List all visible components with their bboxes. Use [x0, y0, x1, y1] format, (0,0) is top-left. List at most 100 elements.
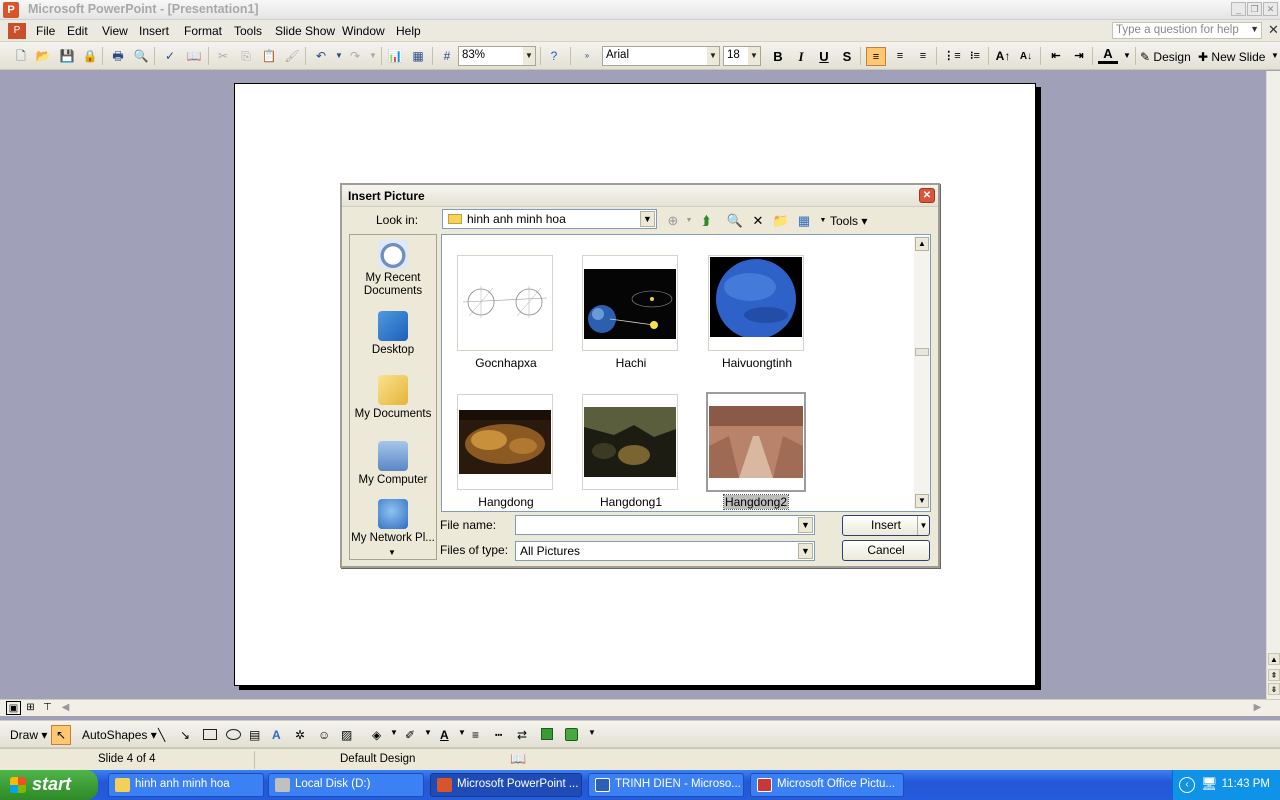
research-icon[interactable]: 📖: [185, 47, 203, 65]
delete-icon[interactable]: ✕: [749, 212, 767, 230]
close-button[interactable]: ✕: [1263, 2, 1278, 16]
format-painter-icon[interactable]: 🖌: [283, 47, 301, 65]
file-list-scrollbar[interactable]: ▲ ▼: [914, 236, 930, 510]
document-icon[interactable]: P: [8, 23, 26, 39]
menu-slide-show[interactable]: Slide Show: [272, 23, 338, 39]
close-document-icon[interactable]: ✕: [1268, 22, 1279, 38]
copy-icon[interactable]: ⎘: [237, 47, 255, 65]
increase-indent-icon[interactable]: ⇥: [1069, 47, 1089, 66]
scroll-right-icon[interactable]: ▶: [1250, 701, 1265, 715]
file-name-caption-selected[interactable]: Hangdong2: [694, 494, 818, 510]
files-of-type-select[interactable]: All Pictures ▼: [515, 541, 815, 561]
text-box-icon[interactable]: ▤: [249, 728, 260, 742]
help-icon[interactable]: ?: [545, 47, 563, 65]
look-in-combo[interactable]: hinh anh minh hoa ▼: [442, 209, 657, 229]
permission-icon[interactable]: 🔒: [81, 47, 99, 65]
cancel-button[interactable]: Cancel: [842, 540, 930, 561]
slide-sorter-view-icon[interactable]: ⊞: [23, 701, 38, 715]
task-word[interactable]: TRINH DIEN - Microso...: [588, 773, 744, 797]
increase-font-size-icon[interactable]: A↑: [993, 47, 1013, 66]
file-name-caption[interactable]: Hangdong: [444, 495, 568, 509]
chevron-down-icon[interactable]: ▼: [707, 47, 719, 65]
slide-show-view-icon[interactable]: ⊤: [40, 701, 55, 715]
scroll-up-icon[interactable]: ▲: [1268, 653, 1280, 665]
design-button[interactable]: ✎ Design: [1140, 50, 1191, 64]
shadow-button[interactable]: S: [837, 47, 857, 66]
open-icon[interactable]: 📂: [34, 47, 52, 65]
places-scroll-down-icon[interactable]: ▼: [388, 548, 396, 557]
numbering-icon[interactable]: ⋮≡: [942, 47, 962, 66]
scroll-down-icon[interactable]: ▼: [915, 494, 929, 508]
align-right-icon[interactable]: ≡: [913, 47, 933, 66]
line-color-dropdown-icon[interactable]: ▼: [424, 728, 432, 737]
help-question-input[interactable]: Type a question for help ▼: [1112, 22, 1262, 39]
menu-insert[interactable]: Insert: [136, 23, 172, 39]
new-slide-button[interactable]: ✚ New Slide: [1198, 50, 1265, 64]
back-dropdown-icon[interactable]: ▼: [680, 212, 698, 230]
undo-icon[interactable]: ↶: [312, 47, 330, 65]
align-left-icon[interactable]: ≡: [866, 47, 886, 66]
wordart-icon[interactable]: A: [272, 728, 281, 742]
line-style-icon[interactable]: ≡: [472, 728, 479, 742]
line-icon[interactable]: ╲: [158, 728, 165, 742]
print-preview-icon[interactable]: 🔍: [132, 47, 150, 65]
file-thumbnail[interactable]: [582, 255, 678, 351]
redo-dropdown-icon[interactable]: ▼: [364, 47, 382, 65]
normal-view-icon[interactable]: ▣: [6, 701, 21, 715]
print-icon[interactable]: 🖶: [109, 47, 127, 65]
previous-slide-icon[interactable]: ⇞: [1268, 669, 1280, 681]
place-my-computer[interactable]: My Computer: [350, 441, 436, 487]
line-color-icon[interactable]: ✐: [405, 728, 415, 742]
toolbar-options-icon[interactable]: ▼: [1266, 47, 1280, 65]
insert-table-icon[interactable]: ▦: [409, 47, 427, 65]
file-thumbnail[interactable]: [457, 255, 553, 351]
diagram-icon[interactable]: ✲: [295, 728, 305, 742]
menu-help[interactable]: Help: [393, 23, 424, 39]
italic-button[interactable]: I: [791, 47, 811, 66]
new-folder-icon[interactable]: 📁: [772, 212, 790, 230]
file-name-caption[interactable]: Gocnhapxa: [444, 356, 568, 370]
autoshapes-button[interactable]: AutoShapes ▾: [82, 728, 157, 742]
place-my-network-places[interactable]: My Network Pl...: [350, 499, 436, 549]
fill-color-dropdown-icon[interactable]: ▼: [390, 728, 398, 737]
align-center-icon[interactable]: ≡: [890, 47, 910, 66]
font-color-icon[interactable]: A: [1098, 47, 1118, 64]
3d-style-icon[interactable]: [565, 728, 578, 741]
task-picture-manager[interactable]: Microsoft Office Pictu...: [750, 773, 904, 797]
chevron-down-icon[interactable]: ▼: [640, 211, 655, 227]
underline-button[interactable]: U: [814, 47, 834, 66]
scroll-up-icon[interactable]: ▲: [915, 237, 929, 251]
fill-color-icon[interactable]: ◈: [372, 728, 381, 742]
chevron-down-icon[interactable]: ▼: [1250, 24, 1259, 34]
rectangle-icon[interactable]: [203, 729, 217, 740]
task-local-disk[interactable]: Local Disk (D:): [268, 773, 424, 797]
chevron-down-icon[interactable]: ▼: [798, 517, 813, 533]
toolbar-options-icon[interactable]: ▼: [588, 728, 596, 737]
insert-chart-icon[interactable]: 📊: [386, 47, 404, 65]
decrease-font-size-icon[interactable]: A↓: [1016, 47, 1036, 66]
insert-picture-icon[interactable]: ▨: [341, 728, 352, 742]
insert-options-icon[interactable]: ▼: [917, 516, 929, 535]
place-my-documents[interactable]: My Documents: [350, 375, 436, 421]
clock[interactable]: 11:43 PM: [1222, 778, 1270, 790]
menu-window[interactable]: Window: [339, 23, 388, 39]
draw-menu-button[interactable]: Draw ▾: [10, 728, 47, 742]
file-thumbnail-selected[interactable]: [706, 392, 806, 492]
file-list[interactable]: Gocnhapxa Hachi Haivuongtinh Hangdong Ha…: [441, 234, 931, 512]
up-one-level-icon[interactable]: ⮭: [697, 212, 715, 230]
start-button[interactable]: start: [0, 770, 98, 800]
decrease-indent-icon[interactable]: ⇤: [1046, 47, 1066, 66]
views-icon[interactable]: ▦: [795, 212, 813, 230]
bullets-icon[interactable]: ⁝≡: [965, 47, 985, 66]
next-slide-icon[interactable]: ⇟: [1268, 683, 1280, 695]
spelling-status-icon[interactable]: 📖: [510, 751, 526, 767]
paste-icon[interactable]: 📋: [260, 47, 278, 65]
save-icon[interactable]: 💾: [58, 47, 76, 65]
insert-button[interactable]: Insert ▼: [842, 515, 930, 536]
chevron-down-icon[interactable]: ▼: [748, 47, 760, 65]
chevron-down-icon[interactable]: ▼: [798, 543, 813, 559]
font-combo[interactable]: Arial ▼: [602, 46, 720, 66]
dialog-close-button[interactable]: ✕: [919, 188, 935, 203]
powerpoint-app-icon[interactable]: P: [3, 2, 19, 18]
file-name-caption[interactable]: Hachi: [569, 356, 693, 370]
